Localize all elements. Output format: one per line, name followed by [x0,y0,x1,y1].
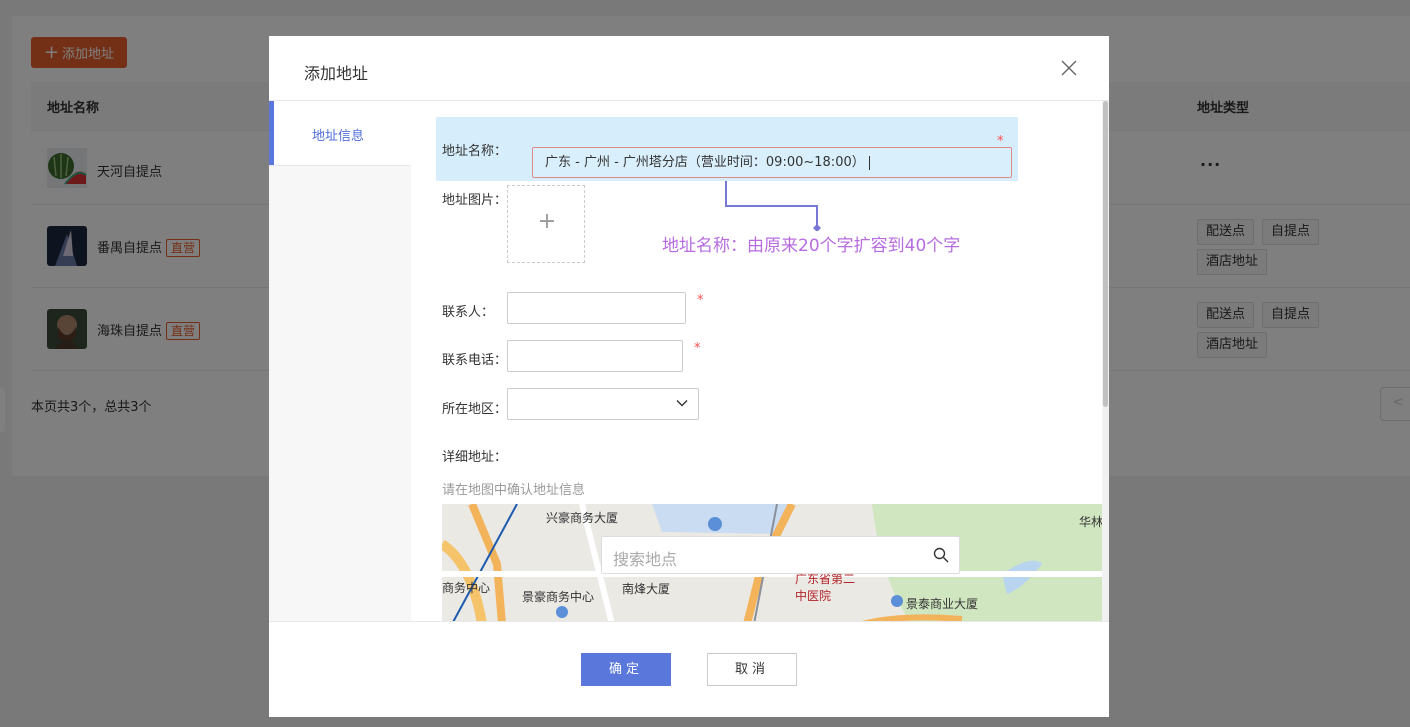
dialog-sidebar: 地址信息 [269,101,411,621]
tab-address-info[interactable]: 地址信息 [269,101,411,166]
map-label: 华林 [1079,515,1103,529]
map-view[interactable]: 兴豪商务大厦 华林 商务中心 景豪商务中心 南烽大厦 广东省第二中医院 景泰商业… [442,504,1103,621]
map-label: 景豪商务中心 [522,590,595,604]
required-mark: * [997,134,1004,149]
text-caret [868,155,870,170]
required-mark: * [694,341,701,356]
contact-input[interactable] [507,292,686,324]
dialog-content: 地址名称： 广东 - 广州 - 广州塔分店（营业时间：09:00~18:00） … [411,101,1109,621]
map-hint: 请在地图中确认地址信息 [442,483,586,498]
image-upload-box[interactable]: + [507,185,585,263]
contact-label: 联系人： [442,305,495,320]
dialog-title: 添加地址 [304,64,369,83]
chevron-down-icon [676,400,688,407]
confirm-button[interactable]: 确定 [581,653,671,686]
phone-label: 联系电话： [442,353,508,368]
tab-label: 地址信息 [312,129,365,144]
cancel-button[interactable]: 取消 [707,653,797,686]
map-search-placeholder: 搜索地点 [613,550,678,569]
map-search-input[interactable]: 搜索地点 [601,536,960,574]
required-mark: * [697,293,704,308]
address-name-label: 地址名称： [442,144,508,159]
detail-address-label: 详细地址： [442,450,508,465]
scrollbar-thumb[interactable] [1103,101,1108,407]
map-label: 商务中心 [442,581,491,595]
annotation-text: 地址名称：由原来20个字扩容到40个字 [662,236,961,256]
dialog-footer: 确定 取消 [269,621,1109,717]
map-label: 南烽大厦 [622,582,671,596]
region-label: 所在地区： [442,402,508,417]
address-image-label: 地址图片： [442,193,508,208]
name-field-highlight: 地址名称： 广东 - 广州 - 广州塔分店（营业时间：09:00~18:00） … [436,117,1018,181]
plus-icon: + [537,209,557,234]
annotation-arrow [725,181,821,231]
address-name-input[interactable]: 广东 - 广州 - 广州塔分店（营业时间：09:00~18:00） [532,147,1012,178]
active-indicator [269,101,274,165]
map-label: 广东省第二中医院 [795,572,856,603]
close-icon[interactable] [1060,59,1078,77]
dialog-header: 添加地址 [269,36,1109,101]
region-select[interactable] [507,388,699,420]
phone-input[interactable] [507,340,683,372]
search-icon[interactable] [933,547,949,563]
map-label: 景泰商业大厦 [906,597,979,611]
add-address-dialog: 添加地址 地址信息 地址名称： 广东 - 广州 - 广州塔分店（营业时间：09:… [269,36,1109,717]
map-label: 兴豪商务大厦 [546,511,619,525]
